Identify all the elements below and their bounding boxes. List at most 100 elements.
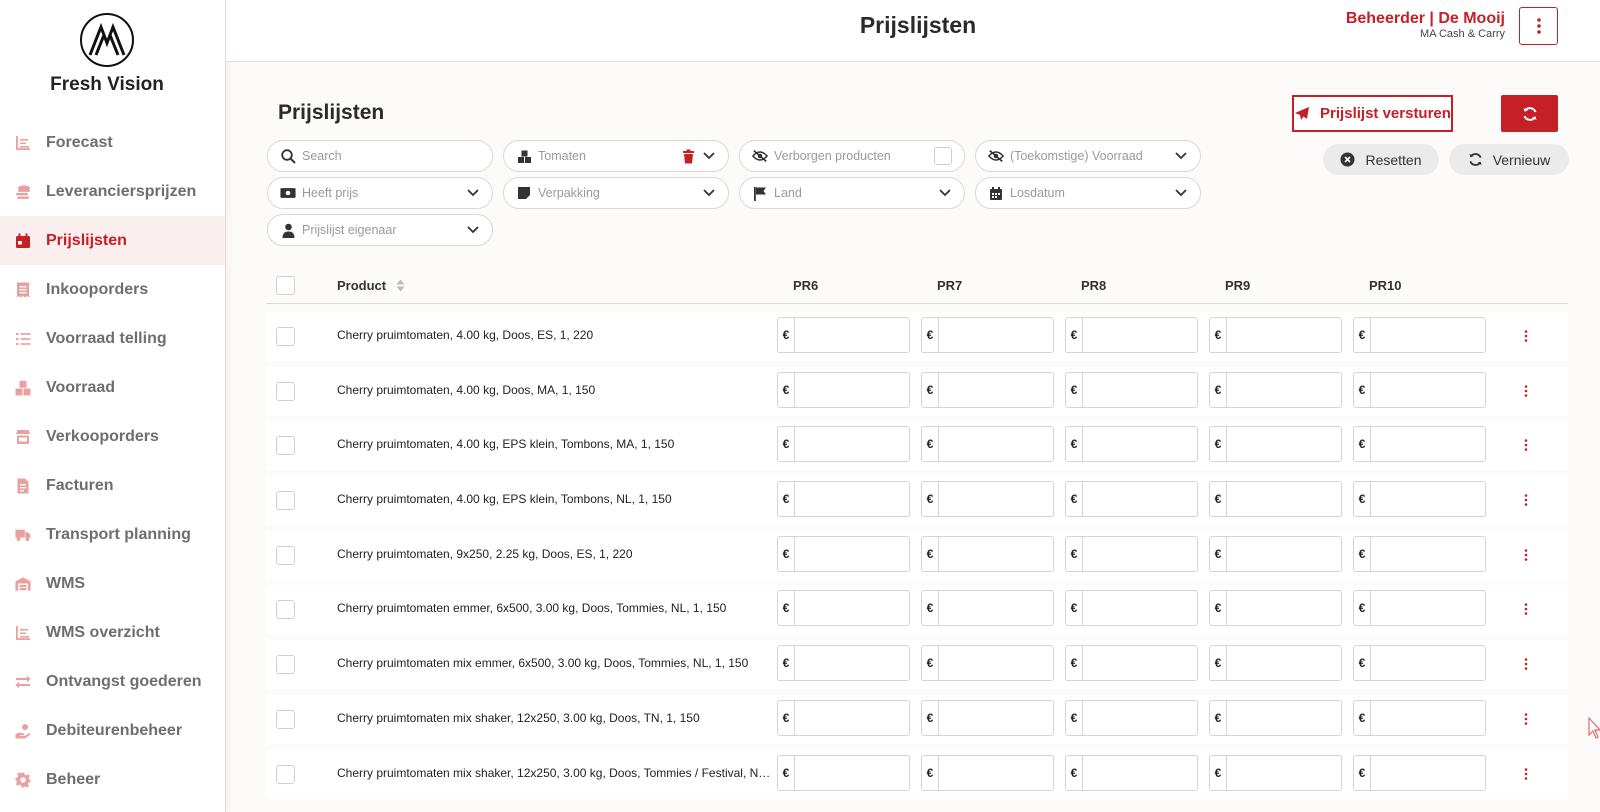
row-checkbox[interactable] [276, 381, 295, 401]
row-checkbox[interactable] [276, 327, 295, 346]
reset-button[interactable]: Resetten [1323, 144, 1439, 175]
user-icon [280, 222, 296, 238]
currency-symbol: € [922, 591, 939, 626]
price-field-pr6: € [777, 426, 972, 463]
column-header-product[interactable]: Product [337, 278, 405, 293]
currency-symbol: € [1066, 536, 1083, 571]
header-menu-button[interactable] [1519, 7, 1558, 45]
sidebar-item-label: Ontvangst goederen [46, 672, 202, 690]
sidebar-item-forecast[interactable]: Forecast [0, 118, 225, 167]
price-field-pr8: € [1065, 645, 1260, 682]
sync-icon [1523, 106, 1536, 121]
kebab-icon [1524, 713, 1528, 725]
price-field-pr10: € [1353, 426, 1548, 463]
currency-symbol: € [1354, 536, 1371, 571]
currency-symbol: € [922, 646, 939, 681]
row-checkbox[interactable] [276, 545, 295, 565]
country-label: Land [774, 186, 802, 200]
renew-button[interactable]: Vernieuw [1449, 144, 1569, 175]
sidebar-item-wms[interactable]: WMS [0, 559, 225, 608]
currency-symbol: € [1210, 372, 1227, 407]
price-field-pr10: € [1353, 535, 1548, 572]
future-stock-filter[interactable]: (Toekomstige) Voorraad [975, 140, 1201, 172]
price-field-pr7: € [921, 754, 1116, 791]
future-stock-label: (Toekomstige) Voorraad [1010, 149, 1143, 163]
sidebar-item-voorraad-telling[interactable]: Voorraad telling [0, 314, 225, 363]
circle-x-icon [1340, 152, 1355, 167]
product-name: Cherry pruimtomaten, 9x250, 2.25 kg, Doo… [337, 546, 633, 561]
row-checkbox[interactable] [276, 436, 295, 456]
currency-symbol: € [778, 591, 795, 626]
hidden-products-filter[interactable]: Verborgen producten [739, 140, 965, 172]
unload-date-filter[interactable]: Losdatum [975, 177, 1201, 209]
price-field-pr6: € [777, 317, 972, 353]
price-field-pr7: € [921, 426, 1116, 463]
renew-label: Vernieuw [1492, 151, 1551, 168]
row-checkbox[interactable] [276, 709, 295, 729]
sidebar-item-prijslijsten[interactable]: Prijslijsten [0, 216, 225, 265]
sidebar-item-inkooporders[interactable]: Inkooporders [0, 265, 225, 314]
row-menu-button[interactable] [1521, 327, 1531, 345]
eye-slash-icon [752, 148, 768, 164]
sidebar-item-facturen[interactable]: Facturen [0, 461, 225, 510]
sidebar-item-leveranciersprijzen[interactable]: Leveranciersprijzen [0, 167, 225, 216]
price-field-pr6: € [777, 754, 972, 791]
currency-symbol: € [778, 700, 795, 735]
column-header-pr10[interactable]: PR10 [1369, 278, 1402, 293]
category-filter[interactable]: Tomaten [503, 140, 729, 172]
sidebar-item-voorraad[interactable]: Voorraad [0, 363, 225, 412]
country-filter[interactable]: Land [739, 177, 965, 209]
row-checkbox[interactable] [276, 764, 295, 784]
column-header-pr8[interactable]: PR8 [1081, 278, 1106, 293]
row-checkbox[interactable] [276, 600, 295, 620]
sidebar-item-beheer[interactable]: Beheer [0, 755, 225, 804]
row-menu-button[interactable] [1521, 600, 1531, 618]
money-bill-icon [280, 185, 296, 201]
currency-symbol: € [1066, 318, 1083, 352]
has-price-filter[interactable]: Heeft prijs [267, 177, 493, 209]
owner-filter[interactable]: Prijslijst eigenaar [267, 214, 493, 246]
sidebar-item-transport-planning[interactable]: Transport planning [0, 510, 225, 559]
sidebar-item-verkooporders[interactable]: Verkooporders [0, 412, 225, 461]
search-input[interactable]: Search [267, 140, 493, 172]
price-field-pr7: € [921, 590, 1116, 627]
row-menu-button[interactable] [1521, 546, 1531, 564]
chart-line-icon [14, 624, 32, 642]
has-price-label: Heeft prijs [302, 186, 359, 200]
row-menu-button[interactable] [1521, 655, 1531, 673]
currency-symbol: € [1354, 318, 1371, 352]
currency-symbol: € [1354, 700, 1371, 735]
row-checkbox[interactable] [276, 655, 295, 675]
row-menu-button[interactable] [1521, 491, 1531, 509]
row-menu-button[interactable] [1521, 436, 1531, 454]
hidden-products-checkbox[interactable] [934, 147, 952, 165]
row-checkbox[interactable] [276, 491, 295, 511]
table-row: Cherry pruimtomaten, 4.00 kg, Doos, ES, … [266, 312, 1568, 361]
row-menu-button[interactable] [1521, 765, 1531, 783]
sidebar-item-label: Voorraad [46, 378, 116, 396]
column-header-pr6[interactable]: PR6 [793, 278, 818, 293]
sidebar-item-wms-overzicht[interactable]: WMS overzicht [0, 608, 225, 657]
currency-symbol: € [1066, 591, 1083, 626]
select-all-checkbox[interactable] [276, 276, 295, 295]
column-header-pr9[interactable]: PR9 [1225, 278, 1250, 293]
warehouse-icon [14, 575, 32, 593]
sidebar-item-label: Debiteurenbeheer [46, 721, 183, 739]
sidebar-item-ontvangst-goederen[interactable]: Ontvangst goederen [0, 657, 225, 706]
price-field-pr7: € [921, 699, 1116, 736]
packaging-filter[interactable]: Verpakking [503, 177, 729, 209]
sidebar-item-debiteurenbeheer[interactable]: Debiteurenbeheer [0, 706, 225, 755]
currency-symbol: € [1210, 755, 1227, 790]
price-field-pr9: € [1209, 699, 1404, 736]
row-menu-button[interactable] [1521, 382, 1531, 400]
paper-plane-icon [1295, 106, 1310, 120]
send-pricelist-label: Prijslijst versturen [1320, 105, 1451, 122]
trash-icon[interactable] [680, 148, 696, 164]
table-row: Cherry pruimtomaten mix shaker, 12x250, … [266, 694, 1568, 744]
refresh-button[interactable] [1501, 95, 1558, 132]
column-header-pr7[interactable]: PR7 [937, 278, 962, 293]
row-menu-button[interactable] [1521, 710, 1531, 728]
store-icon [14, 428, 32, 446]
send-pricelist-button[interactable]: Prijslijst versturen [1292, 95, 1453, 132]
currency-symbol: € [922, 755, 939, 790]
